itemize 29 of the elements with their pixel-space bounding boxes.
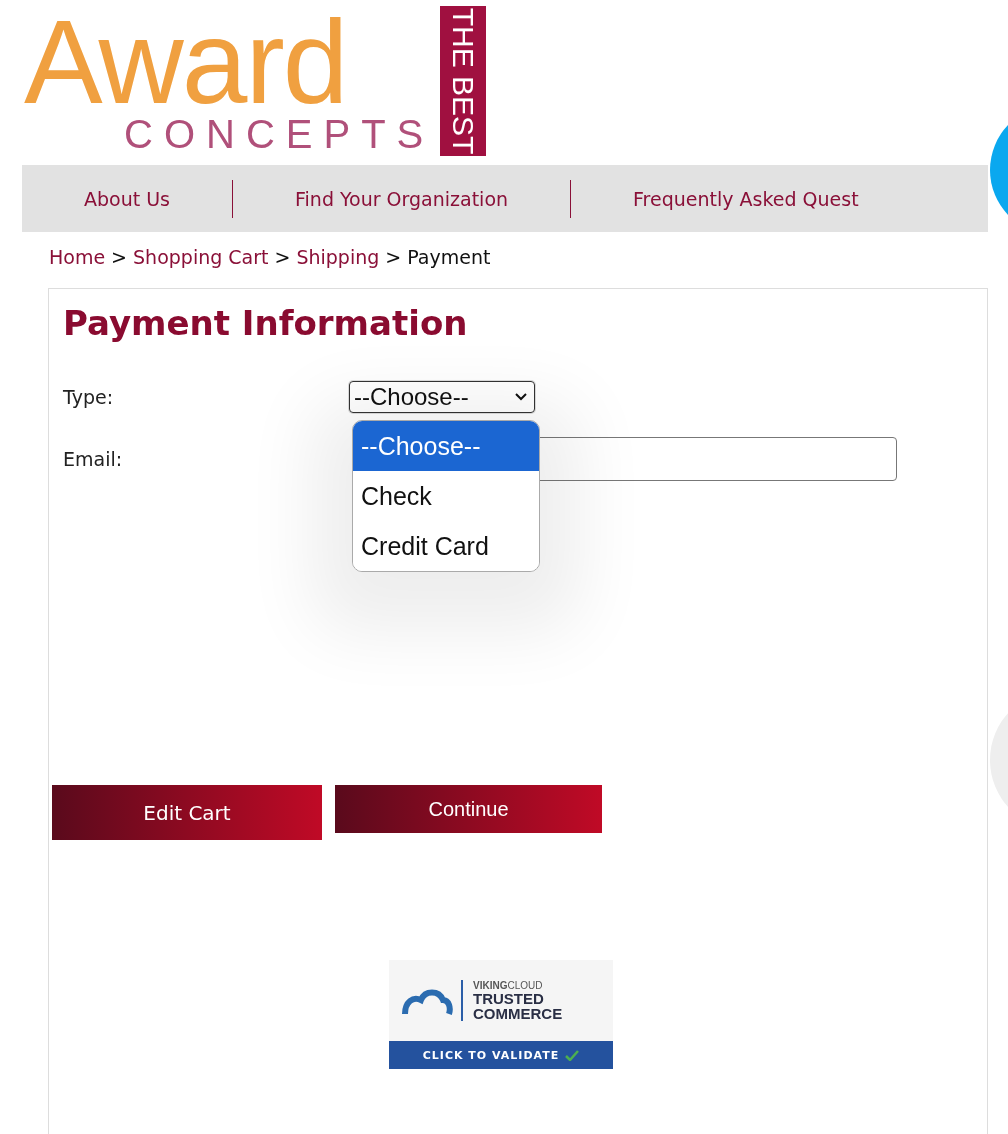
breadcrumb-link[interactable]: Shopping Cart bbox=[133, 246, 269, 268]
breadcrumb-separator: > bbox=[111, 246, 128, 268]
breadcrumb-link[interactable]: Home bbox=[49, 246, 106, 268]
logo-subtitle: CONCEPTS bbox=[124, 112, 435, 156]
dropdown-option[interactable]: Credit Card bbox=[353, 521, 539, 571]
edit-cart-button[interactable]: Edit Cart bbox=[52, 785, 322, 840]
badge-brand: VIKINGCLOUD bbox=[473, 980, 544, 991]
validate-bar: CLICK TO VALIDATE bbox=[389, 1041, 613, 1069]
check-icon bbox=[565, 1049, 580, 1061]
page-heading: Payment Information bbox=[63, 303, 469, 343]
badge-subtitle: COMMERCE bbox=[473, 1006, 563, 1021]
chevron-icon bbox=[514, 392, 528, 402]
nav-link[interactable]: About Us bbox=[22, 187, 233, 210]
field-label: Email: bbox=[63, 448, 124, 470]
dropdown-option[interactable]: --Choose-- bbox=[353, 421, 539, 471]
nav-link[interactable]: Find Your Organization bbox=[233, 187, 571, 210]
dropdown-option[interactable]: Check bbox=[353, 471, 539, 521]
breadcrumb-separator: > bbox=[385, 246, 402, 268]
logo-wordmark: Award bbox=[24, 12, 347, 112]
nav-link[interactable]: Frequently Asked Quest bbox=[571, 187, 921, 210]
type-select[interactable]: --Choose-- bbox=[349, 381, 535, 413]
breadcrumb-separator: > bbox=[274, 246, 291, 268]
field-label: Type: bbox=[63, 386, 115, 408]
trust-badge[interactable]: VIKINGCLOUD TRUSTED COMMERCE CLICK TO VALIDATE bbox=[389, 960, 613, 1069]
breadcrumb-link[interactable]: Shipping bbox=[296, 246, 380, 268]
logo-tag: THE BEST bbox=[440, 6, 487, 156]
badge-title: TRUSTED bbox=[473, 991, 545, 1006]
breadcrumb-current: Payment bbox=[407, 246, 491, 268]
continue-button[interactable]: Continue bbox=[335, 785, 602, 833]
